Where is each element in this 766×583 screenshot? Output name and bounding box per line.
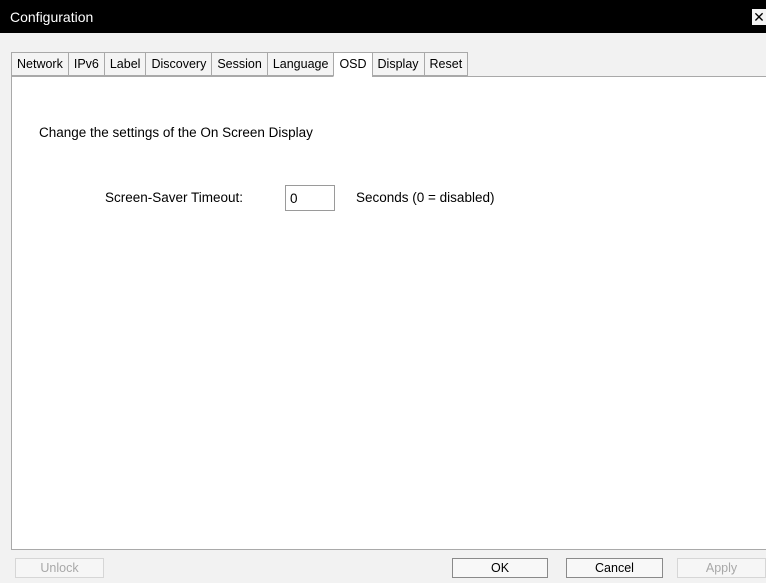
tab-display[interactable]: Display (371, 52, 424, 76)
panel-description: Change the settings of the On Screen Dis… (39, 125, 313, 140)
tab-bar: Network IPv6 Label Discovery Session Lan… (11, 52, 469, 77)
screensaver-timeout-hint: Seconds (0 = disabled) (356, 190, 495, 205)
tab-ipv6[interactable]: IPv6 (67, 52, 104, 76)
title-bar: Configuration ✕ (0, 0, 766, 33)
osd-panel: Change the settings of the On Screen Dis… (11, 76, 766, 550)
screensaver-timeout-label: Screen-Saver Timeout: (105, 190, 244, 205)
tab-osd[interactable]: OSD (333, 52, 372, 77)
tab-language[interactable]: Language (266, 52, 334, 76)
apply-button[interactable]: Apply (677, 558, 766, 578)
unlock-button[interactable]: Unlock (15, 558, 104, 578)
cancel-button[interactable]: Cancel (566, 558, 663, 578)
tab-session[interactable]: Session (211, 52, 267, 76)
dialog-body: Network IPv6 Label Discovery Session Lan… (0, 33, 766, 583)
screensaver-timeout-input[interactable] (285, 185, 335, 211)
close-icon[interactable]: ✕ (752, 9, 766, 25)
window-title: Configuration (10, 9, 94, 25)
tab-label[interactable]: Label (103, 52, 146, 76)
tab-discovery[interactable]: Discovery (145, 52, 212, 76)
ok-button[interactable]: OK (452, 558, 548, 578)
tab-network[interactable]: Network (11, 52, 68, 76)
tab-reset[interactable]: Reset (423, 52, 469, 76)
